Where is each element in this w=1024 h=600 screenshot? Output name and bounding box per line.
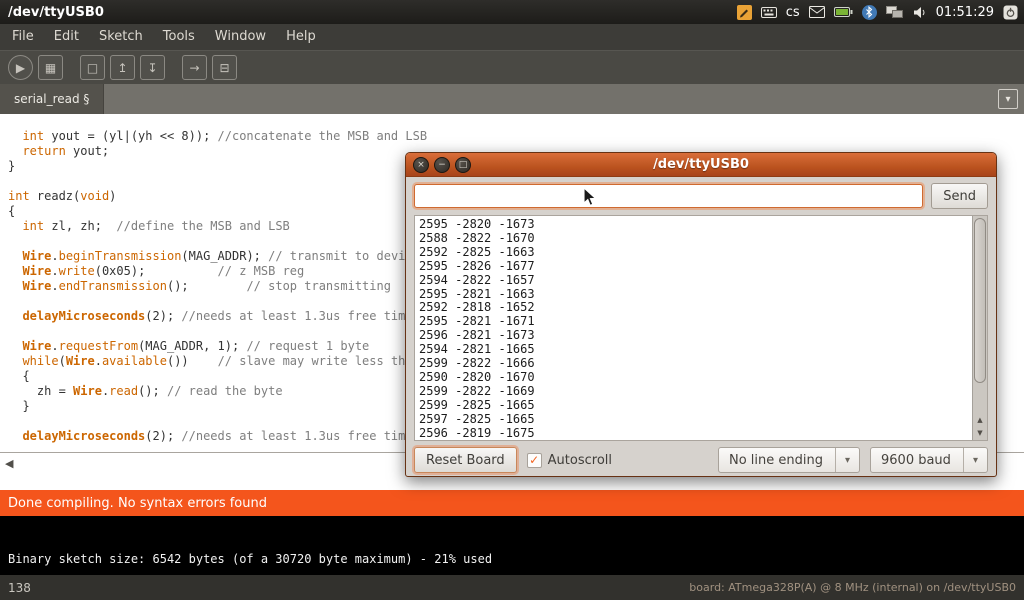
compile-status-message: Done compiling. No syntax errors found	[8, 496, 267, 511]
tab-serial-read[interactable]: serial_read §	[0, 84, 104, 114]
close-button[interactable]: ×	[413, 157, 429, 173]
serial-monitor-button[interactable]: ⊟	[212, 55, 237, 80]
serial-output-text: 2595 -2820 -1673 2588 -2822 -1670 2592 -…	[415, 216, 987, 441]
reset-board-button[interactable]: Reset Board	[414, 447, 517, 473]
check-icon: ✓	[528, 454, 541, 467]
hscroll-left-icon[interactable]: ◀	[5, 457, 13, 471]
serial-output-area[interactable]: 2595 -2820 -1673 2588 -2822 -1670 2592 -…	[414, 215, 988, 441]
menu-tools[interactable]: Tools	[153, 24, 205, 50]
line-ending-select[interactable]: No line ending ▾	[718, 447, 860, 473]
top-panel: /dev/ttyUSB0 cs 01:51:29	[0, 0, 1024, 24]
build-console: Binary sketch size: 6542 bytes (of a 307…	[0, 516, 1024, 575]
maximize-button[interactable]: □	[455, 157, 471, 173]
autoscroll-label: Autoscroll	[548, 453, 612, 468]
scrollbar-thumb[interactable]	[974, 218, 986, 383]
verify-button[interactable]: ▶	[8, 55, 33, 80]
menu-bar: FileEditSketchToolsWindowHelp	[0, 24, 1024, 50]
board-info: board: ATmega328P(A) @ 8 MHz (internal) …	[689, 581, 1016, 594]
window-controls: ×−□	[413, 157, 471, 173]
tab-bar: serial_read § ▾	[0, 84, 1024, 114]
send-button[interactable]: Send	[931, 183, 988, 209]
upload-button[interactable]: →	[182, 55, 207, 80]
line-ending-value: No line ending	[719, 448, 835, 472]
build-console-text: Binary sketch size: 6542 bytes (of a 307…	[8, 552, 492, 566]
network-icon[interactable]	[886, 6, 904, 19]
serial-window-title: /dev/ttyUSB0	[406, 157, 996, 172]
focused-window-title: /dev/ttyUSB0	[8, 5, 104, 20]
notes-icon[interactable]	[737, 5, 752, 20]
session-power-icon[interactable]	[1003, 5, 1018, 20]
stop-button[interactable]: ▦	[38, 55, 63, 80]
scroll-up-icon[interactable]: ▲	[973, 414, 987, 427]
mail-icon[interactable]	[809, 6, 825, 18]
checkbox-box[interactable]: ✓	[527, 453, 542, 468]
serial-window-titlebar[interactable]: ×−□ /dev/ttyUSB0	[406, 153, 996, 177]
clock[interactable]: 01:51:29	[936, 5, 994, 20]
keyboard-icon[interactable]	[761, 7, 777, 18]
new-sketch-button[interactable]: □	[80, 55, 105, 80]
code-line: int yout = (yl|(yh << 8)); //concatenate…	[8, 129, 1024, 144]
keyboard-layout-indicator[interactable]: cs	[786, 5, 800, 20]
toolbar: ▶▦ □↥↧ →⊟	[0, 50, 1024, 84]
menu-help[interactable]: Help	[276, 24, 326, 50]
open-sketch-button[interactable]: ↥	[110, 55, 135, 80]
serial-scrollbar[interactable]: ▲ ▼	[972, 216, 987, 440]
compile-status-bar: Done compiling. No syntax errors found	[0, 490, 1024, 516]
chevron-down-icon[interactable]: ▾	[835, 448, 859, 472]
baud-rate-select[interactable]: 9600 baud ▾	[870, 447, 988, 473]
menu-edit[interactable]: Edit	[44, 24, 89, 50]
menu-file[interactable]: File	[2, 24, 44, 50]
minimize-button[interactable]: −	[434, 157, 450, 173]
battery-icon[interactable]	[834, 7, 853, 17]
mouse-cursor	[583, 187, 597, 211]
status-footer: 138 board: ATmega328P(A) @ 8 MHz (intern…	[0, 575, 1024, 600]
tab-dropdown-button[interactable]: ▾	[998, 89, 1018, 109]
serial-input[interactable]	[414, 184, 923, 208]
scroll-down-icon[interactable]: ▼	[973, 427, 987, 440]
save-sketch-button[interactable]: ↧	[140, 55, 165, 80]
chevron-down-icon[interactable]: ▾	[963, 448, 987, 472]
bluetooth-icon[interactable]	[862, 5, 877, 20]
system-tray: cs 01:51:29	[737, 5, 1018, 20]
menu-sketch[interactable]: Sketch	[89, 24, 153, 50]
line-number-indicator: 138	[8, 581, 31, 595]
serial-monitor-window: ×−□ /dev/ttyUSB0 Send 2595 -2820 -1673 2…	[405, 152, 997, 477]
menu-window[interactable]: Window	[205, 24, 276, 50]
autoscroll-checkbox[interactable]: ✓ Autoscroll	[527, 453, 612, 468]
baud-rate-value: 9600 baud	[871, 448, 963, 472]
volume-icon[interactable]	[913, 6, 927, 19]
